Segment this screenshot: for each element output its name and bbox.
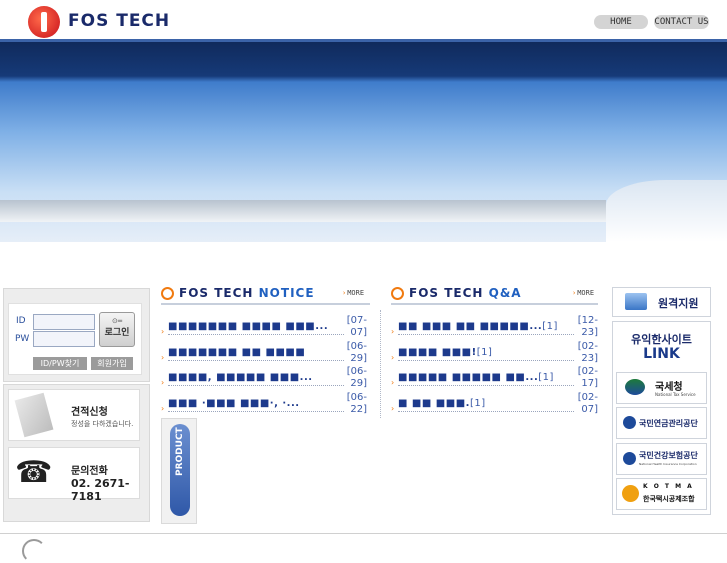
links-subtitle: LINK <box>643 346 680 362</box>
join-button[interactable]: 회원가입 <box>91 357 133 370</box>
notice-title-text[interactable]: ■■■■■■■ ■■ ■■■■ <box>168 347 305 358</box>
home-button[interactable]: HOME <box>594 15 648 29</box>
qa-reply-count: [1] <box>542 321 558 332</box>
qa-row[interactable]: › ■■ ■■■ ■■ ■■■■■...[1] [12-23] <box>391 315 598 340</box>
telephone-icon: ☎ <box>15 455 53 490</box>
estimate-subtitle: 정성을 다하겠습니다. <box>71 420 134 428</box>
product-tab-label: PRODUCT <box>175 427 185 476</box>
notice-title-text[interactable]: ■■■■■■■ ■■■■ ■■■... <box>168 321 328 332</box>
contact-us-button[interactable]: CONTACT US <box>654 15 709 29</box>
kotma-sub: K O T M A <box>643 483 694 490</box>
qa-title-text[interactable]: ■■ ■■■ ■■ ■■■■■...[1] <box>398 321 558 332</box>
qa-row[interactable]: › ■■■■ ■■■![1] [02-23] <box>391 341 598 366</box>
notice-ring-icon <box>161 287 174 300</box>
notice-row[interactable]: › ■■■■■■■ ■■■■ ■■■... [07-07] <box>161 315 370 340</box>
nts-label: 국세청 <box>655 382 683 393</box>
notice-title-text[interactable]: ■■■ ·■■■ ■■■·, ·... <box>168 398 300 409</box>
qa-reply-count: [1] <box>469 398 486 409</box>
notice-title-text[interactable]: ■■■■, ■■■■■ ■■■... <box>168 372 313 383</box>
qa-reply-count: [1] <box>476 347 493 358</box>
board-separator <box>380 310 381 418</box>
nhis-label: 국민건강보험공단 <box>639 451 698 460</box>
nts-sub: National Tax Service <box>655 392 696 397</box>
qa-title-text[interactable]: ■■■■■ ■■■■■ ■■...[1] <box>398 372 554 383</box>
document-icon <box>14 392 54 438</box>
qa-title: FOS TECH Q&A <box>409 286 522 300</box>
qa-reply-count: [1] <box>538 372 554 383</box>
links-title: 유익한사이트 <box>631 333 692 346</box>
footer-logo-icon <box>22 539 46 563</box>
remote-support-button[interactable]: 원격지원 <box>612 287 711 317</box>
phone-card[interactable]: ☎ 문의전화 02. 2671-7181 <box>8 447 140 503</box>
id-input[interactable] <box>33 314 95 330</box>
link-kotma[interactable]: K O T M A 한국택시공제조합 <box>616 478 707 510</box>
estimate-title: 견적신청 <box>71 407 108 418</box>
login-button[interactable]: ⊙═ 로그인 <box>99 312 135 347</box>
qa-more-link[interactable]: MORE <box>572 289 594 297</box>
kotma-label: 한국택시공제조합 <box>643 495 695 503</box>
notice-divider <box>161 303 370 305</box>
banner-decoration <box>606 180 727 242</box>
notice-date: [06-22] <box>346 392 367 415</box>
qa-row[interactable]: › ■ ■■ ■■■.[1] [02-07] <box>391 392 598 417</box>
product-tab[interactable]: PRODUCT <box>170 424 190 516</box>
nps-label: 국민연금관리공단 <box>639 419 698 428</box>
notice-date: [06-29] <box>346 341 367 364</box>
link-nts[interactable]: 국세청 National Tax Service <box>616 372 707 404</box>
notice-date: [06-29] <box>346 366 367 389</box>
footer-divider <box>0 533 727 534</box>
qa-date: [02-17] <box>577 366 598 389</box>
nps-emblem-icon <box>623 416 636 429</box>
qa-row[interactable]: › ■■■■■ ■■■■■ ■■...[1] [02-17] <box>391 366 598 391</box>
notice-row[interactable]: › ■■■ ·■■■ ■■■·, ·... [06-22] <box>161 392 370 417</box>
notice-date: [07-07] <box>346 315 367 338</box>
banner-band <box>0 200 606 222</box>
qa-date: [02-07] <box>577 392 598 415</box>
link-nps[interactable]: 국민연금관리공단 <box>616 407 707 439</box>
monitor-icon <box>625 293 647 310</box>
remote-support-label: 원격지원 <box>658 297 699 310</box>
qa-date: [02-23] <box>577 341 598 364</box>
nhis-emblem-icon <box>623 452 636 465</box>
logo-text[interactable]: FOS TECH <box>68 11 170 31</box>
pw-label: PW <box>15 334 30 344</box>
qa-title-text[interactable]: ■■■■ ■■■![1] <box>398 347 492 358</box>
notice-row[interactable]: › ■■■■, ■■■■■ ■■■... [06-29] <box>161 366 370 391</box>
nts-emblem-icon <box>625 379 645 395</box>
notice-row[interactable]: › ■■■■■■■ ■■ ■■■■ [06-29] <box>161 341 370 366</box>
link-nhis[interactable]: 국민건강보험공단 National Health Insurance Corpo… <box>616 443 707 475</box>
password-input[interactable] <box>33 331 95 347</box>
qa-title-text[interactable]: ■ ■■ ■■■.[1] <box>398 398 486 409</box>
kotma-emblem-icon <box>622 485 639 502</box>
find-id-pw-button[interactable]: ID/PW찾기 <box>33 357 87 370</box>
id-label: ID <box>16 316 26 326</box>
key-icon: ⊙═ <box>111 317 123 325</box>
login-button-label: 로그인 <box>104 328 130 338</box>
login-panel: ID PW ⊙═ 로그인 ID/PW찾기 회원가입 <box>3 288 150 382</box>
nhis-sub: National Health Insurance Corporation <box>639 462 697 466</box>
notice-more-link[interactable]: MORE <box>342 289 364 297</box>
qa-ring-icon <box>391 287 404 300</box>
fostech-logo-mark[interactable] <box>28 6 60 38</box>
qa-date: [12-23] <box>577 315 598 338</box>
phone-title: 문의전화 <box>71 466 108 477</box>
estimate-card[interactable]: 견적신청 정성을 다하겠습니다. <box>8 389 140 441</box>
qa-divider <box>391 303 598 305</box>
notice-title: FOS TECH NOTICE <box>179 286 315 300</box>
phone-number: 02. 2671-7181 <box>71 477 130 503</box>
